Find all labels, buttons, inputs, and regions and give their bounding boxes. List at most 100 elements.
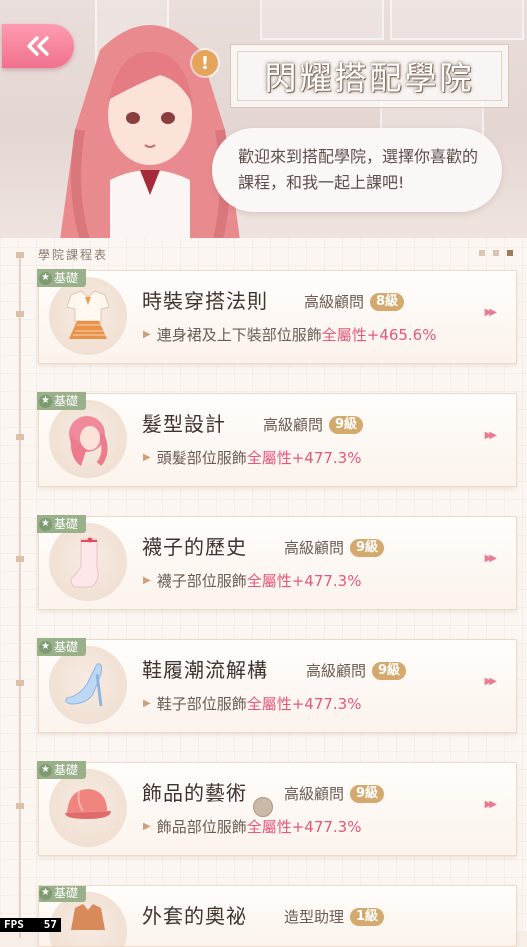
bonus-value: 全屬性+477.3% [246, 572, 362, 590]
course-card[interactable]: ★ 基礎 時裝穿搭法則 高級顧問 8級 ▶ 連身裙及上下裝部位服飾 全屬性+465.… [37, 269, 517, 364]
level-badge: 9級 [350, 538, 385, 557]
double-chevron-right-icon[interactable]: ▶▶ [485, 676, 498, 687]
course-card[interactable]: ★ 基礎 外套的奧祕 造型助理 1級 [38, 885, 517, 947]
speech-bubble: 歡迎來到搭配學院，選擇你喜歡的課程，和我一起上課吧! [212, 128, 502, 212]
fps-counter: FPS 57 [0, 918, 61, 932]
rank-group: 高級顧問 9級 [263, 414, 364, 435]
rank-label: 造型助理 [284, 908, 345, 926]
page-indicator [479, 250, 513, 256]
double-chevron-right-icon[interactable]: ▶▶ [485, 430, 498, 441]
triangle-right-icon: ▶ [143, 821, 151, 832]
level-badge: 9級 [350, 784, 385, 803]
rank-label: 高級顧問 [284, 539, 345, 557]
fps-value: 57 [43, 918, 57, 931]
info-exclamation-icon[interactable]: ! [192, 50, 218, 76]
double-chevron-right-icon[interactable]: ▶▶ [485, 553, 498, 564]
course-card[interactable]: ★ 基礎 鞋履潮流解構 高級顧問 9級 ▶ 鞋子部位服飾 全屬性+477.3% ▶▶ [37, 638, 517, 733]
rank-group: 高級顧問 9級 [306, 660, 407, 681]
fps-label: FPS [4, 918, 24, 931]
rail-dot [16, 434, 24, 440]
course-card[interactable]: ★ 基礎 襪子的歷史 高級顧問 9級 ▶ 襪子部位服飾 全屬性+477.3% ▶▶ [37, 515, 517, 610]
course-badge: ★ 基礎 [37, 392, 87, 410]
badge-label: 基礎 [54, 640, 79, 654]
rank-group: 造型助理 1級 [284, 906, 385, 927]
bonus-target: 頭髮部位服飾 [156, 449, 247, 467]
page-dot-active [507, 250, 513, 256]
wall-panel [390, 0, 524, 40]
hair-icon [69, 416, 108, 466]
clock-icon [253, 797, 273, 817]
sock-icon [70, 537, 99, 588]
header: ! 閃耀搭配學院 歡迎來到搭配學院，選擇你喜歡的課程，和我一起上課吧! [0, 0, 527, 238]
page-dot [493, 250, 499, 256]
rank-label: 高級顧問 [284, 785, 345, 803]
course-bonus: ▶ 鞋子部位服飾 全屬性+477.3% [143, 693, 361, 714]
course-bonus: ▶ 連身裙及上下裝部位服飾 全屬性+465.6% [143, 324, 436, 345]
course-badge: ★ 基礎 [37, 638, 87, 656]
bonus-target: 連身裙及上下裝部位服飾 [156, 326, 322, 344]
speech-text: 歡迎來到搭配學院，選擇你喜歡的課程，和我一起上課吧! [238, 147, 479, 192]
level-badge: 8級 [370, 292, 405, 311]
level-badge: 9級 [329, 415, 364, 434]
course-name: 襪子的歷史 [142, 535, 247, 559]
badge-label: 基礎 [54, 517, 79, 531]
course-badge: ★ 基礎 [37, 269, 87, 287]
page-dot [479, 250, 485, 256]
course-name: 鞋履潮流解構 [142, 658, 268, 682]
bonus-value: 全屬性+477.3% [246, 818, 362, 836]
triangle-right-icon: ▶ [143, 575, 151, 586]
course-badge: ★ 基礎 [37, 761, 87, 779]
triangle-right-icon: ▶ [143, 698, 151, 709]
double-chevron-right-icon[interactable]: ▶▶ [485, 799, 498, 810]
page-title: 閃耀搭配學院 [264, 59, 475, 97]
badge-label: 基礎 [54, 886, 79, 900]
schedule-label: 學院課程表 [38, 248, 109, 262]
rail-dot [16, 680, 24, 686]
course-bonus: ▶ 飾品部位服飾 全屬性+477.3% [143, 816, 361, 837]
course-name: 飾品的藝術 [142, 781, 247, 805]
course-bonus: ▶ 頭髮部位服飾 全屬性+477.3% [143, 447, 361, 468]
back-button[interactable] [2, 24, 74, 68]
course-name: 時裝穿搭法則 [142, 289, 268, 313]
star-icon: ★ [39, 763, 52, 777]
clothing-icon [66, 290, 110, 339]
star-icon: ★ [39, 394, 52, 408]
rank-label: 高級顧問 [263, 416, 324, 434]
rank-group: 高級顧問 9級 [284, 537, 385, 558]
double-chevron-left-icon [27, 36, 49, 56]
coat-icon [71, 904, 105, 930]
course-bonus: ▶ 襪子部位服飾 全屬性+477.3% [143, 570, 361, 591]
triangle-right-icon: ▶ [143, 329, 151, 340]
bonus-value: 全屬性+477.3% [246, 695, 362, 713]
rail-dot [16, 311, 24, 317]
level-badge: 9級 [372, 661, 407, 680]
star-icon: ★ [39, 271, 52, 285]
title-plate: 閃耀搭配學院 [230, 44, 509, 108]
rank-group: 高級顧問 9級 [284, 783, 385, 804]
badge-label: 基礎 [54, 271, 79, 285]
badge-label: 基礎 [54, 394, 79, 408]
rail-dot [16, 556, 24, 562]
course-badge: ★ 基礎 [37, 515, 87, 533]
star-icon: ★ [39, 517, 52, 531]
bonus-value: 全屬性+465.6% [321, 326, 437, 344]
rail-dot [16, 803, 24, 809]
wall-panel [260, 0, 384, 40]
course-name: 外套的奧祕 [142, 904, 247, 928]
bonus-value: 全屬性+477.3% [246, 449, 362, 467]
rail-dot [16, 252, 24, 258]
triangle-right-icon: ▶ [143, 452, 151, 463]
shoe-icon [65, 663, 103, 707]
bonus-target: 飾品部位服飾 [156, 818, 247, 836]
double-chevron-right-icon[interactable]: ▶▶ [485, 307, 498, 318]
course-card[interactable]: ★ 基礎 飾品的藝術 高級顧問 9級 ▶ 飾品部位服飾 全屬性+477.3% ▶▶ [37, 761, 517, 856]
course-name: 髮型設計 [142, 412, 226, 436]
course-card[interactable]: ★ 基礎 髮型設計 高級顧問 9級 ▶ 頭髮部位服飾 全屬性+477.3% ▶▶ [37, 392, 517, 487]
badge-label: 基礎 [54, 763, 79, 777]
rank-group: 高級顧問 8級 [304, 291, 405, 312]
star-icon: ★ [39, 640, 52, 654]
rank-label: 高級顧問 [304, 293, 365, 311]
bonus-target: 鞋子部位服飾 [156, 695, 247, 713]
level-badge: 1級 [350, 907, 385, 926]
hat-icon [65, 789, 111, 819]
